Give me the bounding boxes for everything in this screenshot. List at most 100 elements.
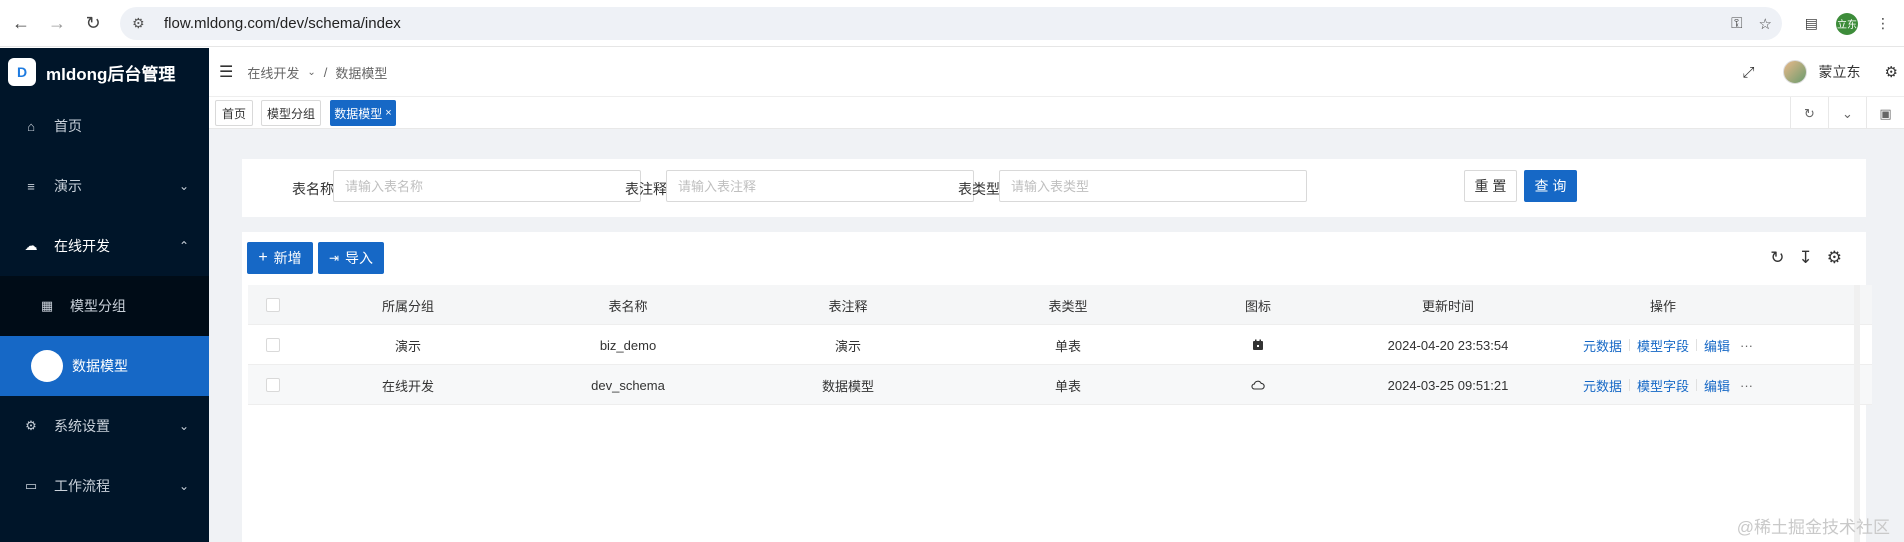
column-settings-icon[interactable]: ⚙ <box>1827 248 1842 268</box>
more-icon[interactable]: ··· <box>1740 338 1753 353</box>
sidebar-item-model-group[interactable]: ▦ 模型分组 <box>0 276 209 336</box>
profile-avatar[interactable]: 立东 <box>1836 12 1858 35</box>
sidebar-item-system-settings[interactable]: ⚙ 系统设置 ⌄ <box>0 396 209 456</box>
reset-button[interactable]: 重 置 <box>1464 170 1517 202</box>
metadata-link[interactable]: 元数据 <box>1583 336 1622 355</box>
import-button[interactable]: ⇥ 导入 <box>318 242 384 274</box>
logo-area[interactable]: D mldong后台管理 <box>0 48 209 96</box>
plus-icon: + <box>258 249 268 266</box>
breadcrumb-item[interactable]: 在线开发 <box>247 63 299 82</box>
app-logo-icon: D <box>8 58 36 86</box>
extensions-icon[interactable]: ▤ <box>1805 15 1818 32</box>
model-fields-link[interactable]: 模型字段 <box>1637 336 1689 355</box>
menu-fold-icon[interactable]: ☰ <box>219 62 233 82</box>
address-bar[interactable]: ⚙ flow.mldong.com/dev/schema/index ⚿ ☆ <box>120 7 1782 40</box>
table-name-input[interactable] <box>333 170 641 202</box>
table-icon: ▦ <box>40 298 54 313</box>
back-icon[interactable]: ← <box>6 8 36 38</box>
column-header[interactable]: 表名称 <box>518 285 738 325</box>
updated-cell: 2024-04-20 23:53:54 <box>1387 337 1509 353</box>
expand-icon[interactable]: ▣ <box>1866 97 1904 130</box>
menu-lines-icon: ≡ <box>27 178 35 194</box>
reload-icon[interactable]: ↻ <box>78 8 108 38</box>
sidebar-item-label: 演示 <box>54 178 82 194</box>
password-key-icon[interactable]: ⚿ <box>1731 15 1742 32</box>
chevron-down-icon: ⌄ <box>178 179 189 193</box>
tab-label: 模型分组 <box>266 106 315 121</box>
add-button[interactable]: + 新增 <box>247 242 313 274</box>
tab-model-group[interactable]: 模型分组 <box>261 100 321 126</box>
table-header: 所属分组 表名称 表注释 表类型 图标 更新时间 操作 <box>248 285 1872 325</box>
group-cell: 在线开发 <box>381 378 434 394</box>
sidebar-item-label: 首页 <box>54 118 82 134</box>
comment-cell: 数据模型 <box>821 378 874 394</box>
row-checkbox[interactable] <box>248 365 298 405</box>
avatar[interactable] <box>1782 60 1807 84</box>
breadcrumb-item: 数据模型 <box>335 65 388 81</box>
main-content: 表名称 表注释 表类型 重 置 查 询 + 新增 ⇥ 导入 ↻ ↧ ⚙ 所属分组… <box>209 129 1904 542</box>
tab-label: 首页 <box>221 106 246 121</box>
settings-gear-icon[interactable]: ⚙ <box>1885 63 1898 81</box>
updated-cell: 2024-03-25 09:51:21 <box>1387 377 1509 393</box>
fullscreen-icon[interactable]: ⤢ <box>1743 64 1755 81</box>
table-type-input[interactable] <box>999 170 1307 202</box>
tab-data-model[interactable]: 数据模型 × <box>330 100 396 126</box>
chevron-down-icon: ⌄ <box>178 419 189 433</box>
breadcrumb: 在线开发 ⌄ / 数据模型 <box>247 63 387 82</box>
sidebar-item-label: 数据模型 <box>72 358 128 374</box>
model-fields-link[interactable]: 模型字段 <box>1637 376 1689 395</box>
close-icon[interactable]: × <box>385 107 391 119</box>
column-header[interactable]: 所属分组 <box>298 285 518 325</box>
username[interactable]: 蒙立东 <box>1819 62 1861 82</box>
reload-table-icon[interactable]: ↻ <box>1770 248 1784 268</box>
monitor-icon: ▭ <box>24 478 38 493</box>
sidebar-item-home[interactable]: ⌂ 首页 <box>0 96 209 156</box>
browser-toolbar: ← → ↻ ⚙ flow.mldong.com/dev/schema/index… <box>0 0 1904 47</box>
column-height-icon[interactable]: ↧ <box>1799 248 1813 268</box>
site-info-icon[interactable]: ⚙ <box>132 15 154 32</box>
table-row[interactable]: 在线开发 dev_schema 数据模型 单表 2024-03-25 09:51… <box>248 365 1872 405</box>
browser-menu-icon[interactable]: ⋮ <box>1876 15 1890 32</box>
forward-icon[interactable]: → <box>42 8 72 38</box>
edit-link[interactable]: 编辑 <box>1704 376 1730 395</box>
gear-icon: ⚙ <box>25 418 37 433</box>
row-actions: 元数据 模型字段 编辑 ··· <box>1558 325 1778 365</box>
comment-cell: 演示 <box>834 338 861 354</box>
metadata-link[interactable]: 元数据 <box>1583 376 1622 395</box>
table-row[interactable]: 演示 biz_demo 演示 单表 2024-04-20 23:53:54 元数… <box>248 325 1872 365</box>
name-cell: biz_demo <box>599 337 657 353</box>
sidebar-item-label: 系统设置 <box>54 418 110 434</box>
type-cell: 单表 <box>1054 338 1081 354</box>
home-icon: ⌂ <box>27 118 35 134</box>
calendar-icon <box>1178 325 1338 365</box>
column-header[interactable]: 表类型 <box>958 285 1178 325</box>
vertical-scrollbar[interactable] <box>1854 285 1860 542</box>
sidebar-item-data-model[interactable]: 数据模型 <box>0 336 209 396</box>
edit-link[interactable]: 编辑 <box>1704 336 1730 355</box>
tab-home[interactable]: 首页 <box>215 100 253 126</box>
tab-bar: 首页 模型分组 数据模型 × ↻ ⌄ ▣ <box>209 96 1904 130</box>
table-comment-input[interactable] <box>666 170 974 202</box>
table-comment-label: 表注释 <box>625 181 667 197</box>
sidebar-item-label: 模型分组 <box>70 298 126 314</box>
bookmark-star-icon[interactable]: ☆ <box>1759 15 1772 33</box>
select-all-checkbox[interactable] <box>248 285 298 325</box>
column-header[interactable]: 图标 <box>1178 285 1338 325</box>
refresh-tab-icon[interactable]: ↻ <box>1790 97 1828 130</box>
sidebar-item-demo[interactable]: ≡ 演示 ⌄ <box>0 156 209 216</box>
page-header: ☰ 在线开发 ⌄ / 数据模型 ⤢ 蒙立东 ⚙ <box>209 48 1904 96</box>
query-button[interactable]: 查 询 <box>1524 170 1577 202</box>
group-cell: 演示 <box>394 338 421 354</box>
chevron-down-icon[interactable]: ⌄ <box>1828 97 1866 130</box>
chevron-down-icon: ⌄ <box>178 479 189 493</box>
column-header[interactable]: 更新时间 <box>1338 285 1558 325</box>
import-button-label: 导入 <box>345 250 374 266</box>
table-type-label: 表类型 <box>958 181 1000 197</box>
column-header[interactable]: 表注释 <box>738 285 958 325</box>
row-checkbox[interactable] <box>248 325 298 365</box>
more-icon[interactable]: ··· <box>1740 378 1753 393</box>
sidebar-item-online-dev[interactable]: ☁ 在线开发 ⌃ <box>0 216 209 276</box>
search-form: 表名称 表注释 表类型 重 置 查 询 <box>242 159 1866 217</box>
watermark: @稀土掘金技术社区 <box>1736 518 1890 537</box>
sidebar-item-workflow[interactable]: ▭ 工作流程 ⌄ <box>0 456 209 516</box>
